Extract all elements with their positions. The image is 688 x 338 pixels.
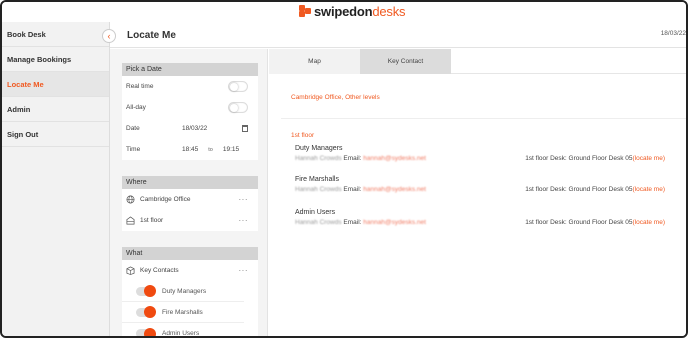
- filter-panel: Pick a Date Real time All-day Date 18/03…: [110, 49, 268, 337]
- email-label: Email:: [343, 219, 362, 226]
- group-row: Fire Marshalls: [122, 302, 244, 323]
- desk-location: 1st floor Desk: Ground Floor Desk 05(loc…: [525, 155, 665, 162]
- chevron-left-icon: ‹: [107, 30, 111, 41]
- group-label: Fire Marshalls: [162, 308, 203, 316]
- sidebar-item-admin[interactable]: Admin: [2, 97, 109, 122]
- email-label: Email:: [343, 186, 362, 193]
- contact-group-name: Admin Users: [295, 209, 336, 216]
- email-label: Email:: [343, 155, 362, 162]
- contact-person: Hannah Crowds: [295, 219, 342, 226]
- where-heading: Where: [122, 176, 258, 189]
- brand-name-part1: swipedon: [314, 3, 373, 19]
- key-contacts-more-icon[interactable]: ···: [239, 266, 249, 275]
- view-tabs: Map Key Contact: [269, 49, 686, 74]
- sidebar-item-book-desk[interactable]: Book Desk: [2, 22, 109, 47]
- app-window: swipedondesks Book Desk Manage Bookings …: [0, 0, 688, 338]
- brand-name: swipedondesks: [314, 3, 406, 19]
- contact-group: Admin Users Hannah Crowds Email: hannah@…: [295, 209, 685, 228]
- all-day-toggle[interactable]: [228, 102, 248, 113]
- page-title: Locate Me: [127, 30, 176, 41]
- group-label: Admin Users: [162, 330, 200, 337]
- fire-marshalls-toggle[interactable]: [136, 306, 156, 318]
- brand-logo[interactable]: swipedondesks: [299, 3, 406, 19]
- tab-key-contact[interactable]: Key Contact: [360, 49, 451, 74]
- what-heading: What: [122, 247, 258, 260]
- desk-text: 1st floor Desk: Ground Floor Desk 05: [525, 186, 633, 193]
- key-contacts-row[interactable]: Key Contacts ···: [122, 260, 258, 281]
- office-name: Cambridge Office: [140, 196, 191, 203]
- page-header: Locate Me 18/03/22: [110, 22, 686, 48]
- floor-name: 1st floor: [140, 217, 164, 224]
- contact-email-link[interactable]: hannah@sydesks.net: [363, 155, 426, 162]
- admin-users-toggle[interactable]: [136, 327, 156, 336]
- desk-text: 1st floor Desk: Ground Floor Desk 05: [525, 219, 633, 226]
- locate-me-link[interactable]: (locate me): [632, 186, 665, 193]
- what-card: What Key Contacts ··· Duty Managers Fire…: [122, 247, 258, 337]
- contact-person: Hannah Crowds: [295, 155, 342, 162]
- header-date: 18/03/22: [660, 30, 686, 37]
- contact-details: Hannah Crowds Email: hannah@sydesks.net …: [295, 219, 685, 228]
- pick-date-card: Pick a Date Real time All-day Date 18/03…: [122, 63, 258, 160]
- floor-heading: 1st floor: [291, 132, 315, 139]
- site-path-link[interactable]: Cambridge Office, Other levels: [291, 94, 380, 101]
- contact-group-name: Duty Managers: [295, 145, 343, 152]
- desk-location: 1st floor Desk: Ground Floor Desk 05(loc…: [525, 186, 665, 193]
- desk-location: 1st floor Desk: Ground Floor Desk 05(loc…: [525, 219, 665, 226]
- locate-me-link[interactable]: (locate me): [632, 155, 665, 162]
- sidebar-collapse-button[interactable]: ‹: [102, 29, 116, 43]
- logo-mark-icon: [299, 5, 311, 17]
- time-row: Time 18:45 to 19:15: [122, 139, 258, 160]
- tab-map[interactable]: Map: [269, 49, 360, 74]
- time-from-field[interactable]: 18:45: [182, 146, 198, 153]
- group-label: Duty Managers: [162, 287, 207, 295]
- group-row: Admin Users: [122, 323, 244, 337]
- key-contacts-label: Key Contacts: [140, 267, 179, 274]
- contact-group: Fire Marshalls Hannah Crowds Email: hann…: [295, 176, 685, 195]
- contact-details: Hannah Crowds Email: hannah@sydesks.net …: [295, 155, 685, 164]
- main-content: Map Key Contact Cambridge Office, Other …: [269, 49, 686, 336]
- sidebar: Book Desk Manage Bookings Locate Me Admi…: [2, 22, 110, 336]
- contact-person: Hannah Crowds: [295, 186, 342, 193]
- contact-email-link[interactable]: hannah@sydesks.net: [363, 219, 426, 226]
- floor-more-icon[interactable]: ···: [239, 216, 249, 225]
- sidebar-item-manage-bookings[interactable]: Manage Bookings: [2, 47, 109, 72]
- locate-me-link[interactable]: (locate me): [632, 219, 665, 226]
- office-more-icon[interactable]: ···: [239, 195, 249, 204]
- date-field[interactable]: 18/03/22: [182, 125, 207, 132]
- calendar-icon[interactable]: [242, 125, 248, 132]
- real-time-row: Real time: [122, 76, 258, 97]
- contact-email-link[interactable]: hannah@sydesks.net: [363, 186, 426, 193]
- real-time-label: Real time: [126, 83, 154, 90]
- real-time-toggle[interactable]: [228, 81, 248, 92]
- all-day-row: All-day: [122, 97, 258, 118]
- pick-date-heading: Pick a Date: [122, 63, 258, 76]
- contact-group: Duty Managers Hannah Crowds Email: hanna…: [295, 145, 685, 164]
- sidebar-item-locate-me[interactable]: Locate Me: [2, 72, 109, 97]
- floor-row[interactable]: 1st floor ···: [122, 210, 258, 231]
- contact-group-name: Fire Marshalls: [295, 176, 339, 183]
- time-label: Time: [126, 146, 141, 153]
- contact-details: Hannah Crowds Email: hannah@sydesks.net …: [295, 186, 685, 195]
- where-card: Where Cambridge Office ··· 1st floor ···: [122, 176, 258, 231]
- office-row[interactable]: Cambridge Office ···: [122, 189, 258, 210]
- top-bar: swipedondesks: [2, 2, 686, 22]
- date-row: Date 18/03/22: [122, 118, 258, 139]
- box-icon: [126, 266, 135, 275]
- divider: [281, 118, 686, 119]
- time-to-label: to: [208, 146, 213, 153]
- time-to-field[interactable]: 19:15: [223, 146, 239, 153]
- building-icon: [126, 216, 135, 225]
- group-row: Duty Managers: [122, 281, 244, 302]
- all-day-label: All-day: [126, 104, 146, 111]
- sidebar-item-sign-out[interactable]: Sign Out: [2, 122, 109, 147]
- desk-text: 1st floor Desk: Ground Floor Desk 05: [525, 155, 633, 162]
- date-label: Date: [126, 125, 140, 132]
- globe-icon: [126, 195, 135, 204]
- brand-name-part2: desks: [372, 3, 406, 19]
- duty-managers-toggle[interactable]: [136, 285, 156, 297]
